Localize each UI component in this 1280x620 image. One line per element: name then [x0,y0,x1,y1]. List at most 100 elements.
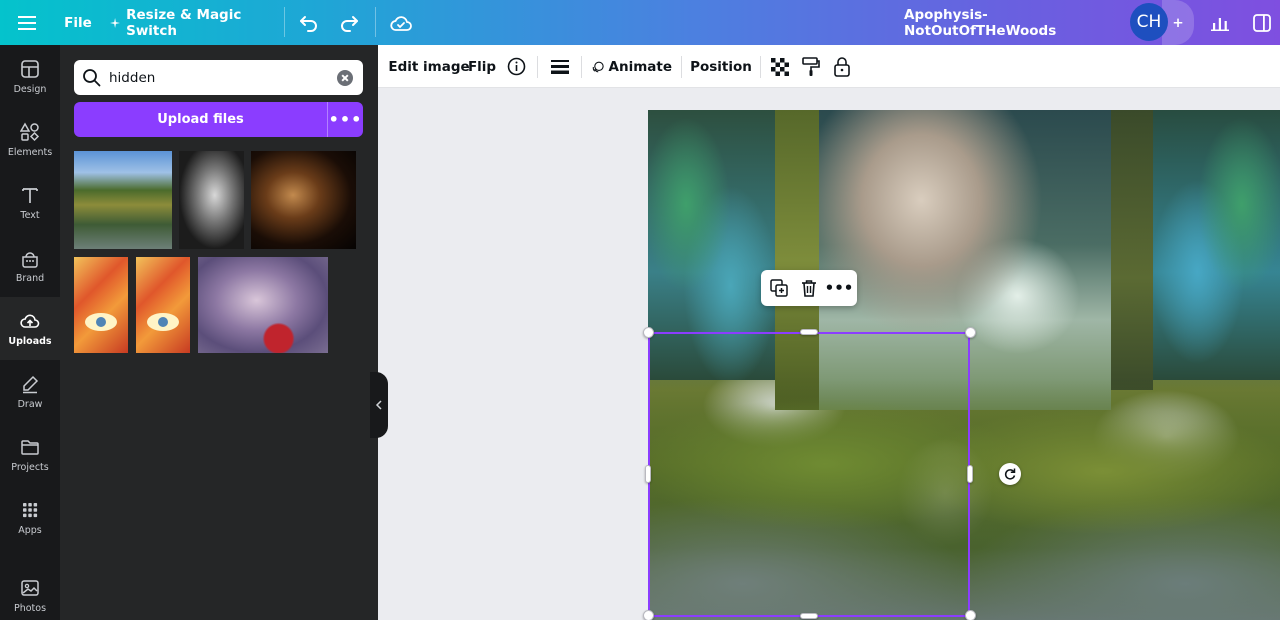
copy-style-button[interactable] [800,45,822,88]
panel-layout-icon [1253,13,1271,32]
uploaded-image-thumbnail[interactable] [74,257,128,353]
rail-item-projects[interactable]: Projects [0,423,60,486]
rail-item-draw[interactable]: Draw [0,360,60,423]
trash-icon [802,280,816,297]
rail-item-photos[interactable]: Photos [0,564,60,620]
delete-button[interactable] [794,270,824,306]
rail-label: Uploads [8,335,52,347]
resize-handle-top[interactable] [800,329,818,335]
resize-button[interactable]: Resize & Magic Switch [110,0,270,45]
duplicate-button[interactable] [764,270,794,306]
collage-image-strip [1153,110,1280,380]
eye-graphic [85,313,117,331]
resize-handle-bottom-right[interactable] [965,610,976,620]
resize-handle-bottom-left[interactable] [643,610,654,620]
rail-label: Projects [11,461,49,473]
search-input[interactable] [109,60,329,95]
rail-label: Text [20,209,40,221]
draw-icon [23,375,39,393]
duplicate-icon [770,279,788,297]
animate-button[interactable]: Animate [592,45,672,88]
rail-item-elements[interactable]: Elements [0,108,60,171]
uploaded-image-thumbnail[interactable] [136,257,190,353]
search-icon [83,69,101,87]
share-panel-button[interactable] [1245,0,1279,45]
design-icon [21,59,39,78]
edit-image-button[interactable]: Edit image [388,45,470,88]
search-box [74,60,363,95]
elements-icon [20,121,40,141]
transparency-button[interactable] [770,45,790,88]
rail-item-apps[interactable]: Apps [0,486,60,549]
rail-item-uploads[interactable]: Uploads [0,297,60,360]
photo-icon [21,579,39,596]
clear-search-icon[interactable] [337,70,353,86]
uploads-panel: Upload files ••• [60,45,378,620]
folder-icon [21,439,39,455]
resize-handle-top-right[interactable] [965,327,976,338]
rail-label: Draw [17,398,43,410]
rail-label: Design [13,83,47,95]
apps-grid-icon [23,502,38,517]
rotate-handle[interactable] [999,463,1021,485]
lock-icon [834,56,850,77]
design-page[interactable] [648,110,1280,620]
rail-item-text[interactable]: Text [0,171,60,234]
resize-handle-right[interactable] [967,465,973,483]
uploaded-image-thumbnail[interactable] [198,257,328,353]
uploaded-image-thumbnail[interactable] [74,151,172,249]
rail-item-design[interactable]: Design [0,45,60,108]
upload-files-button-group: Upload files ••• [74,102,363,137]
line-weight-icon [551,59,569,74]
cloud-check-icon [390,15,412,31]
upload-more-options-button[interactable]: ••• [328,102,363,137]
position-button[interactable]: Position [690,45,752,88]
lock-button[interactable] [831,45,853,88]
divider [375,7,376,37]
upload-files-button[interactable]: Upload files [74,102,327,137]
design-title[interactable]: Apophysis-NotOutOfTHeWoods [904,0,1120,45]
resize-label: Resize & Magic Switch [126,6,242,39]
redo-button[interactable] [334,0,364,45]
hamburger-icon [18,15,36,30]
animate-label: Animate [608,58,672,75]
border-style-button[interactable] [548,45,572,88]
insights-button[interactable] [1203,0,1237,45]
resize-handle-left[interactable] [645,465,651,483]
info-icon [507,57,525,76]
upload-cloud-icon [20,314,40,328]
resize-handle-top-left[interactable] [643,327,654,338]
paint-roller-icon [802,56,820,76]
collage-image-strip [1111,110,1153,390]
more-options-button[interactable]: ••• [824,270,854,306]
divider [760,56,761,78]
rail-label: Photos [13,602,47,614]
sparkle-icon [110,17,121,28]
redo-icon [341,15,358,32]
flip-button[interactable]: Flip [468,45,496,88]
divider [581,56,582,78]
undo-button[interactable] [294,0,324,45]
resize-handle-bottom[interactable] [800,613,818,619]
file-menu-button[interactable]: File [60,0,96,45]
rotate-icon [1004,468,1016,480]
info-button[interactable] [504,45,528,88]
main-menu-button[interactable] [10,0,44,45]
divider [284,7,285,37]
chevron-left-icon [375,400,382,410]
text-icon [22,187,38,203]
undo-icon [300,15,317,32]
collage-image-strip [648,110,775,380]
avatar[interactable]: CH [1130,3,1168,41]
uploaded-image-thumbnail[interactable] [179,151,244,249]
rail-label: Apps [18,524,42,536]
context-toolbar: Edit image Flip Animate Position [378,45,1280,88]
rail-item-brand[interactable]: Brand [0,234,60,297]
collapse-panel-button[interactable] [370,372,388,438]
divider [537,56,538,78]
transparency-icon [771,57,789,76]
rail-label: Elements [7,146,53,158]
save-status-button[interactable] [384,0,418,45]
uploaded-image-thumbnail[interactable] [251,151,356,249]
eye-graphic [147,313,179,331]
